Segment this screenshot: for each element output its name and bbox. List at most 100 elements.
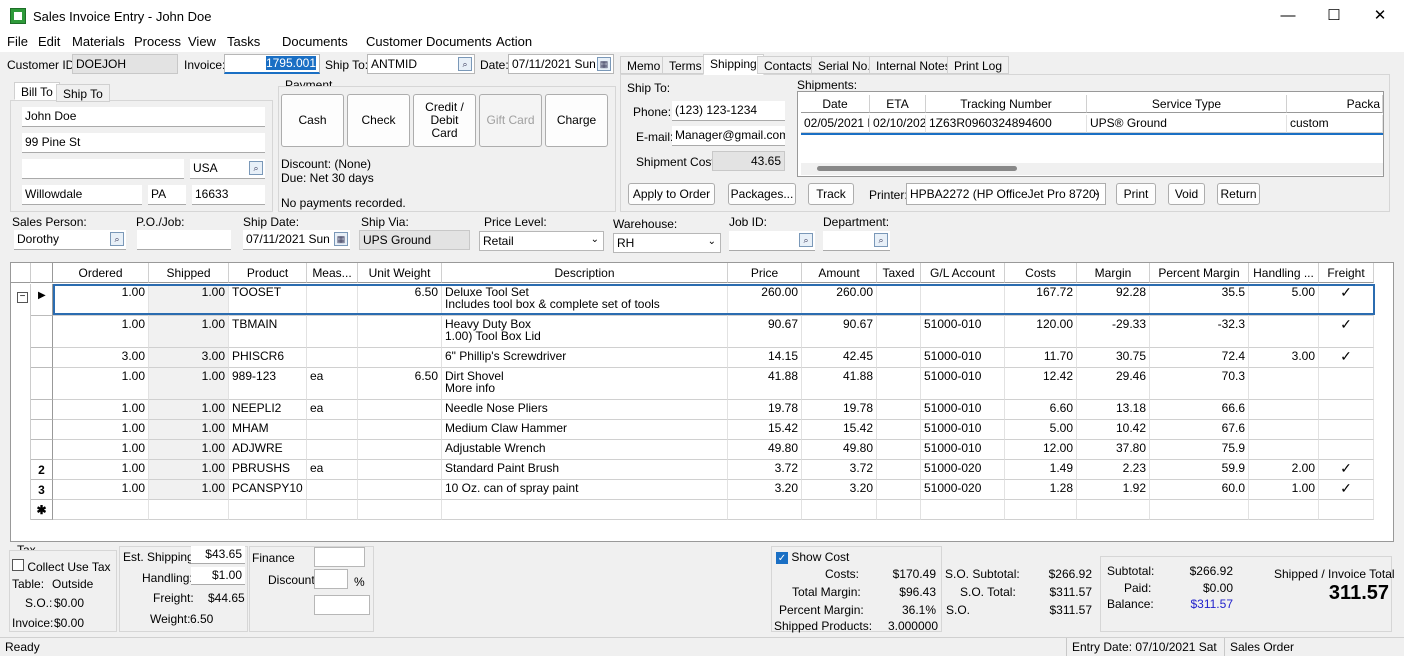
cell-taxed[interactable] [877,400,921,420]
cell-amount[interactable]: 260.00 [802,284,877,316]
cell-ordered[interactable]: 1.00 [53,480,149,500]
credit-card-button[interactable]: Credit / Debit Card [413,94,476,147]
cell-ordered[interactable]: 1.00 [53,284,149,316]
bill-state-field[interactable]: PA [148,185,186,205]
col-freight[interactable]: Freight [1319,263,1374,283]
calendar-icon[interactable]: ▦ [597,57,611,71]
cell-percent-margin[interactable]: 75.9 [1150,440,1249,460]
cell-freight[interactable]: ✓ [1319,348,1374,368]
cell-unit-weight[interactable]: 6.50 [358,368,442,400]
email-field[interactable]: Manager@gmail.com [672,126,785,146]
cell-description[interactable]: Adjustable Wrench [442,440,728,460]
tab-bill-to[interactable]: Bill To [14,82,60,100]
cell-shipped[interactable]: 3.00 [149,348,229,368]
shipments-table[interactable]: Date ETA Tracking Number Service Type Pa… [797,91,1384,177]
row-header[interactable] [31,348,53,368]
menu-edit[interactable]: Edit [38,34,60,49]
cell-product[interactable]: MHAM [229,420,307,440]
cell-meas[interactable]: ea [307,400,358,420]
ship-date-field[interactable]: 07/11/2021 Sun ▦ [243,230,350,250]
cell-handling[interactable] [1249,368,1319,400]
row-header[interactable] [31,316,53,348]
cell-costs[interactable]: 11.70 [1005,348,1077,368]
search-icon[interactable]: ⌕ [874,233,888,247]
menu-materials[interactable]: Materials [72,34,125,49]
est-shipping-field[interactable]: $43.65 [191,546,245,564]
price-level-select[interactable]: Retail ⌄ [479,231,604,251]
cell-freight[interactable]: ✓ [1319,480,1374,500]
cell-amount[interactable]: 41.88 [802,368,877,400]
apply-to-order-button[interactable]: Apply to Order [628,183,715,205]
cell-margin[interactable]: 29.46 [1077,368,1150,400]
cell-ordered[interactable]: 1.00 [53,400,149,420]
cell-gl-account[interactable]: 51000-010 [921,348,1005,368]
warehouse-select[interactable]: RH ⌄ [613,233,721,253]
bill-name-field[interactable]: John Doe [22,107,265,127]
new-row-cell[interactable] [1005,500,1077,520]
cell-taxed[interactable] [877,368,921,400]
cell-amount[interactable]: 42.45 [802,348,877,368]
cell-freight[interactable] [1319,440,1374,460]
cell-product[interactable]: PBRUSHS [229,460,307,480]
cell-unit-weight[interactable] [358,440,442,460]
check-button[interactable]: Check [347,94,410,147]
tab-shipping[interactable]: Shipping [703,54,764,75]
cell-shipped[interactable]: 1.00 [149,480,229,500]
cell-freight[interactable]: ✓ [1319,460,1374,480]
cell-description[interactable]: Standard Paint Brush [442,460,728,480]
minimize-button[interactable]: — [1278,6,1298,26]
cell-percent-margin[interactable]: 60.0 [1150,480,1249,500]
cell-shipped[interactable]: 1.00 [149,460,229,480]
col-shipped[interactable]: Shipped [149,263,229,283]
cell-freight[interactable] [1319,400,1374,420]
cell-ordered[interactable]: 1.00 [53,440,149,460]
job-id-field[interactable]: ⌕ [729,231,815,251]
col-amount[interactable]: Amount [802,263,877,283]
col-product[interactable]: Product [229,263,307,283]
bill-zip-field[interactable]: 16633 [192,185,265,205]
cell-gl-account[interactable]: 51000-010 [921,400,1005,420]
cell-ordered[interactable]: 1.00 [53,316,149,348]
tab-terms[interactable]: Terms [662,56,709,74]
bill-country-field[interactable]: USA ⌕ [190,159,265,179]
cell-description[interactable]: 10 Oz. can of spray paint [442,480,728,500]
cell-unit-weight[interactable] [358,316,442,348]
scrollbar-thumb[interactable] [817,166,1017,171]
cell-taxed[interactable] [877,348,921,368]
cell-meas[interactable] [307,348,358,368]
department-field[interactable]: ⌕ [823,231,890,251]
cell-price[interactable]: 3.20 [728,480,802,500]
cell-shipped[interactable]: 1.00 [149,368,229,400]
cell-unit-weight[interactable] [358,400,442,420]
cell-percent-margin[interactable]: 67.6 [1150,420,1249,440]
cell-margin[interactable]: 1.92 [1077,480,1150,500]
cell-shipped[interactable]: 1.00 [149,400,229,420]
cell-product[interactable]: ADJWRE [229,440,307,460]
date-field[interactable]: 07/11/2021 Sun ▦ [508,54,614,74]
cell-taxed[interactable] [877,440,921,460]
cell-costs[interactable]: 120.00 [1005,316,1077,348]
cell-handling[interactable]: 1.00 [1249,480,1319,500]
new-row-cell[interactable] [1150,500,1249,520]
cell-percent-margin[interactable]: 66.6 [1150,400,1249,420]
cell-amount[interactable]: 90.67 [802,316,877,348]
printer-select[interactable]: HPBA2272 (HP OfficeJet Pro 8720) ⌄ [906,183,1106,205]
checkmark-icon[interactable]: ✓ [776,552,788,564]
cell-description[interactable]: Medium Claw Hammer [442,420,728,440]
cell-shipped[interactable]: 1.00 [149,440,229,460]
row-header[interactable]: 3 [31,480,53,500]
shipments-col-package[interactable]: Packa [1287,95,1383,113]
cell-product[interactable]: 989-123 [229,368,307,400]
cell-costs[interactable]: 5.00 [1005,420,1077,440]
cell-meas[interactable] [307,420,358,440]
bill-address-field[interactable]: 99 Pine St [22,133,265,153]
cell-margin[interactable]: 10.42 [1077,420,1150,440]
col-price[interactable]: Price [728,263,802,283]
cell-product[interactable]: TOOSET [229,284,307,316]
shipment-package[interactable]: custom [1287,115,1383,133]
new-row-cell[interactable] [307,500,358,520]
cell-gl-account[interactable]: 51000-020 [921,460,1005,480]
cell-handling[interactable]: 3.00 [1249,348,1319,368]
invoice-field[interactable]: 1795.001 [224,54,320,74]
cell-price[interactable]: 3.72 [728,460,802,480]
